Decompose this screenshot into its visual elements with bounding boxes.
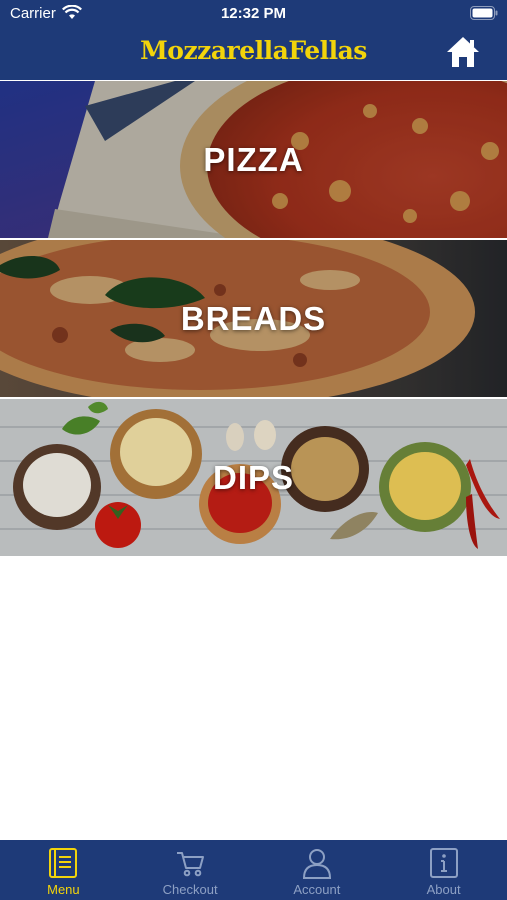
cart-icon xyxy=(177,852,205,877)
status-bar: Carrier 12:32 PM xyxy=(0,0,507,28)
category-tile-pizza[interactable]: PIZZA xyxy=(0,81,507,238)
tab-bar: Menu Checkout Account About xyxy=(0,840,507,900)
category-label: BREADS xyxy=(180,300,327,337)
home-icon xyxy=(447,37,479,67)
home-button[interactable] xyxy=(445,34,481,70)
user-icon xyxy=(302,849,331,879)
brand-logo: MozzarellaFellas xyxy=(140,36,367,65)
category-label: DIPS xyxy=(212,459,295,496)
clock: 12:32 PM xyxy=(220,5,287,22)
tab-about[interactable]: About xyxy=(380,840,507,900)
info-icon xyxy=(429,848,458,878)
category-tile-dips[interactable]: DIPS xyxy=(0,399,507,556)
top-bar: Carrier 12:32 PM MozzarellaFellas xyxy=(0,0,507,80)
category-label: PIZZA xyxy=(203,141,304,178)
tab-account[interactable]: Account xyxy=(254,840,381,900)
tab-label: Menu xyxy=(47,882,80,897)
tab-menu[interactable]: Menu xyxy=(0,840,127,900)
tab-label: About xyxy=(426,882,461,897)
tab-label: Account xyxy=(293,882,341,897)
tab-checkout[interactable]: Checkout xyxy=(127,840,254,900)
menu-book-icon xyxy=(49,848,78,878)
tab-label: Checkout xyxy=(162,882,218,897)
category-tile-breads[interactable]: BREADS xyxy=(0,240,507,397)
battery-icon xyxy=(470,6,498,24)
